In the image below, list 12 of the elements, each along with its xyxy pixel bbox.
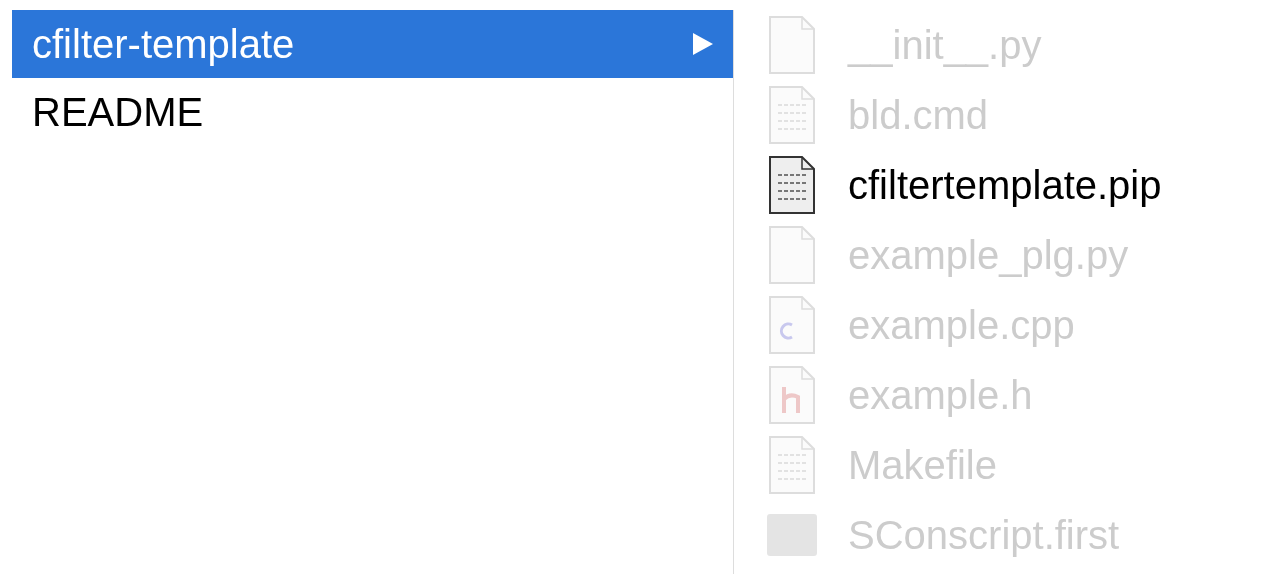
- blank-file-icon: [768, 225, 816, 285]
- expand-arrow-icon: [693, 33, 713, 55]
- blank-file-icon: [768, 15, 816, 75]
- cpp-file-icon: [768, 295, 816, 355]
- text-file-icon: [768, 435, 816, 495]
- folder-list-item[interactable]: README: [12, 78, 733, 146]
- file-list-item[interactable]: cfiltertemplate.pip: [766, 150, 1162, 220]
- text-file-icon: [768, 155, 816, 215]
- text-file-icon: [768, 85, 816, 145]
- folder-list-item[interactable]: cfilter-template: [12, 10, 733, 78]
- block-file-icon: [766, 513, 818, 557]
- header-file-icon: [768, 365, 816, 425]
